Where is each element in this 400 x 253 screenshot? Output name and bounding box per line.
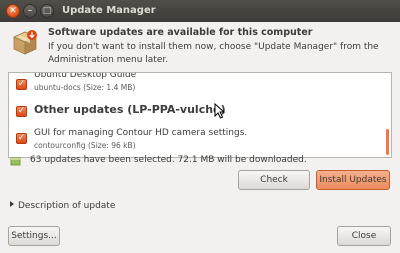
- update-title: Ubuntu Desktop Guide: [34, 72, 137, 80]
- update-checkbox[interactable]: ✓: [16, 79, 27, 90]
- list-item[interactable]: ✓ Ubuntu Desktop Guide ubuntu-docs (Size…: [9, 73, 391, 97]
- group-checkbox[interactable]: ✓: [16, 106, 27, 117]
- header-title: Software updates are available for this …: [48, 27, 313, 38]
- update-title: GUI for managing Contour HD camera setti…: [34, 128, 248, 138]
- list-scrollbar[interactable]: [386, 129, 389, 155]
- description-expander[interactable]: Description of update: [10, 201, 115, 211]
- title-bar: ✕ – □ Update Manager: [0, 0, 400, 22]
- window-close-button[interactable]: ✕: [6, 4, 20, 18]
- expander-arrow-icon: [10, 201, 14, 207]
- header-description: If you don't want to install them now, c…: [48, 42, 379, 65]
- window-maximize-button[interactable]: □: [40, 4, 54, 18]
- window-title: Update Manager: [62, 5, 156, 16]
- maximize-icon: □: [42, 6, 52, 16]
- update-subtitle: ubuntu-docs (Size: 1.4 MB): [34, 83, 136, 92]
- update-manager-window: ✕ – □ Update Manager Software updates ar…: [0, 0, 400, 253]
- description-label: Description of update: [18, 201, 116, 211]
- minimize-icon: –: [27, 6, 33, 16]
- update-subtitle: contourconfig (Size: 96 kB): [34, 141, 136, 150]
- close-icon: ✕: [9, 6, 17, 16]
- check-button[interactable]: Check: [238, 170, 310, 190]
- list-item[interactable]: ✓ GUI for managing Contour HD camera set…: [9, 123, 391, 155]
- close-button[interactable]: Close: [337, 226, 391, 246]
- status-text: 63 updates have been selected. 72.1 MB w…: [30, 155, 307, 165]
- install-updates-button[interactable]: Install Updates: [316, 170, 390, 190]
- update-checkbox[interactable]: ✓: [16, 133, 27, 144]
- package-box-icon: [13, 30, 37, 55]
- list-item-group[interactable]: ✓ Other updates (LP-PPA-vulcho): [9, 99, 391, 121]
- group-title: Other updates (LP-PPA-vulcho): [34, 103, 226, 116]
- update-list[interactable]: ✓ Ubuntu Desktop Guide ubuntu-docs (Size…: [8, 72, 392, 158]
- settings-button[interactable]: Settings...: [8, 226, 60, 246]
- mouse-cursor-icon: [214, 103, 226, 119]
- package-status-icon: [10, 157, 21, 166]
- window-minimize-button[interactable]: –: [23, 4, 37, 18]
